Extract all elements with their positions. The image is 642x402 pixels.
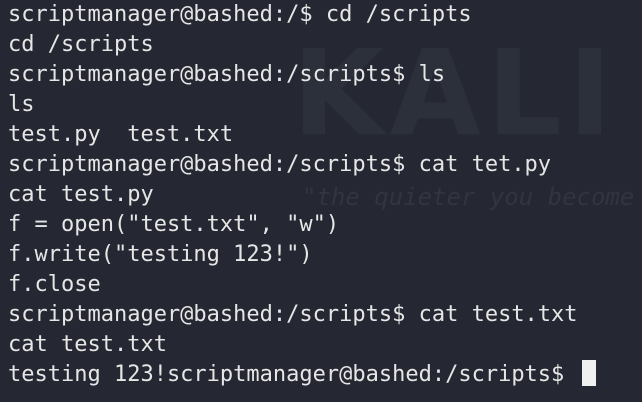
terminal-line: f.close [8,272,101,297]
terminal-prompt-line[interactable]: testing 123!scriptmanager@bashed:/script… [8,360,596,390]
terminal-line: scriptmanager@bashed:/$ cd /scripts [8,2,472,27]
terminal-window[interactable]: KALI "the quieter you become scriptmanag… [0,0,642,402]
terminal-cursor [581,360,596,386]
terminal-line: f = open("test.txt", "w") [8,212,340,237]
terminal-output: scriptmanager@bashed:/$ cd /scripts cd /… [8,0,596,390]
terminal-line: scriptmanager@bashed:/scripts$ ls [8,62,446,87]
terminal-line: cat test.py [8,182,154,207]
terminal-line: scriptmanager@bashed:/scripts$ cat test.… [8,302,578,327]
terminal-line: scriptmanager@bashed:/scripts$ cat tet.p… [8,152,552,177]
prompt-text: testing 123!scriptmanager@bashed:/script… [8,362,578,387]
terminal-line: cat test.txt [8,332,167,357]
terminal-line: ls [8,92,35,117]
terminal-line: test.py test.txt [8,122,234,147]
terminal-line: cd /scripts [8,32,154,57]
terminal-line: f.write("testing 123!") [8,242,313,267]
